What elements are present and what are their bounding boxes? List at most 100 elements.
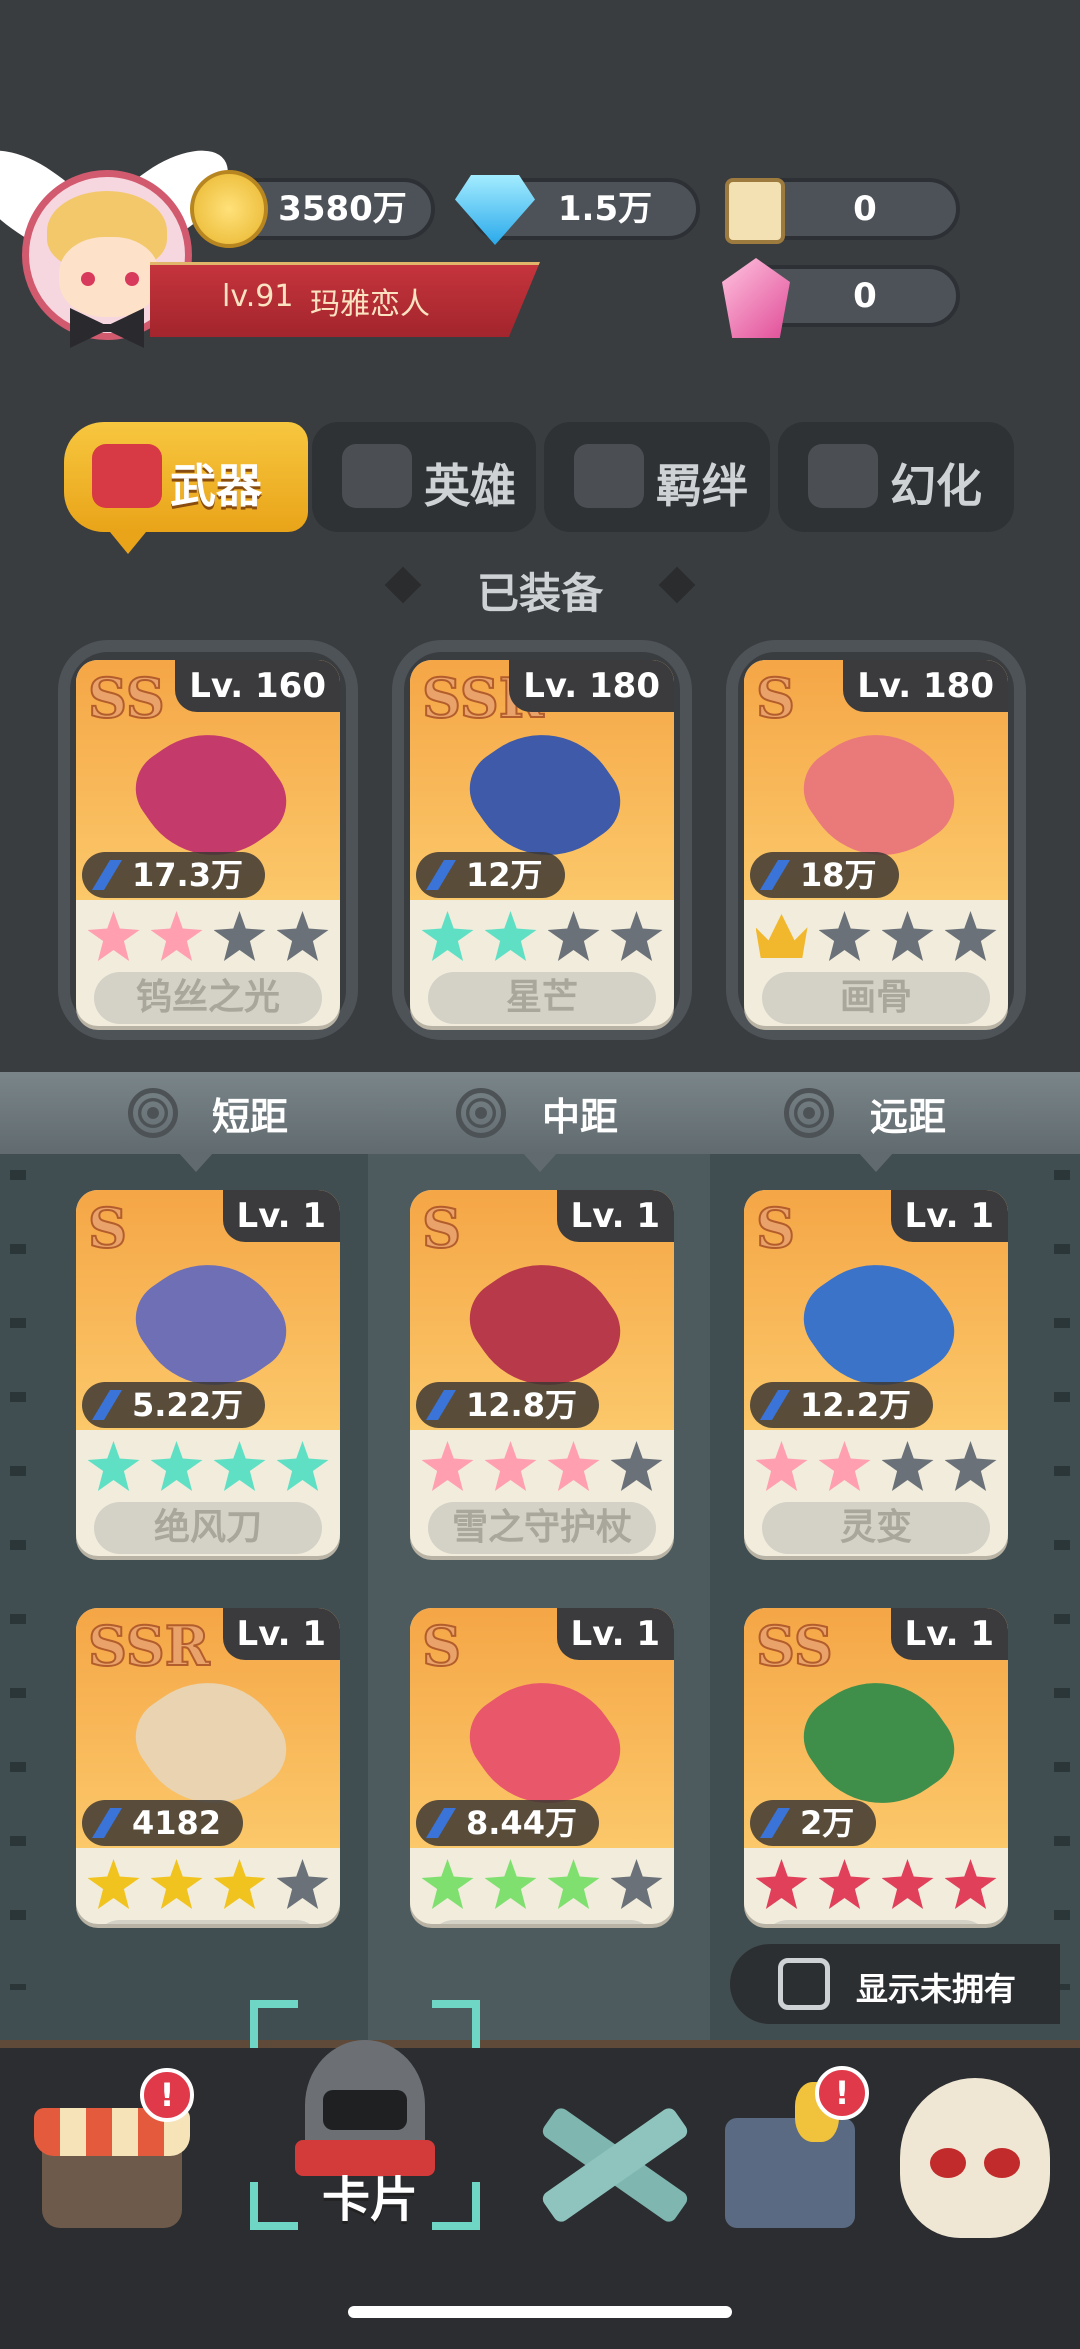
weapon-card[interactable]: S Lv. 1 8.44万 bbox=[410, 1608, 674, 1924]
sword-power-icon bbox=[760, 1808, 790, 1838]
star-filled-icon bbox=[547, 1859, 600, 1909]
crossed-guns-icon bbox=[530, 2098, 700, 2238]
sword-power-icon bbox=[426, 860, 456, 890]
range-label-mid[interactable]: 中距 bbox=[542, 1086, 618, 1141]
sword-power-icon bbox=[760, 1390, 790, 1420]
power-text: 5.22万 bbox=[132, 1386, 243, 1424]
notification-badge: ! bbox=[815, 2066, 869, 2120]
category-tabs: 武器 英雄 羁绊 幻化 bbox=[64, 422, 1014, 532]
star-empty-icon bbox=[547, 911, 600, 961]
selection-bracket bbox=[250, 2182, 298, 2230]
home-indicator[interactable] bbox=[348, 2306, 732, 2318]
nav-card-label: 卡片 bbox=[321, 2172, 418, 2228]
weapon-level: Lv. 1 bbox=[890, 1190, 1008, 1242]
power-value: 18万 bbox=[750, 852, 899, 898]
star-filled-icon bbox=[87, 1441, 140, 1491]
equipped-weapon-card[interactable]: SSR Lv. 180 12万 星芒 bbox=[410, 660, 674, 1026]
star-rating bbox=[76, 1434, 340, 1498]
star-filled-icon bbox=[150, 1859, 203, 1909]
range-label-short[interactable]: 短距 bbox=[212, 1086, 288, 1141]
star-filled-icon bbox=[421, 1441, 474, 1491]
star-filled-icon bbox=[484, 1859, 537, 1909]
weapon-card[interactable]: SS Lv. 1 2万 bbox=[744, 1608, 1008, 1924]
star-rating bbox=[744, 1434, 1008, 1498]
tab-bonds[interactable]: 羁绊 bbox=[544, 422, 770, 532]
star-empty-icon bbox=[944, 911, 997, 961]
tab-transform[interactable]: 幻化 bbox=[778, 422, 1014, 532]
power-text: 2万 bbox=[800, 1804, 855, 1842]
power-value: 8.44万 bbox=[416, 1800, 599, 1846]
power-value: 4182 bbox=[82, 1800, 244, 1846]
weapon-name: 雪之守护杖 bbox=[428, 1502, 656, 1554]
player-name: 玛雅恋人 bbox=[310, 287, 430, 322]
show-unowned-label: 显示未拥有 bbox=[856, 1970, 1017, 2008]
sword-power-icon bbox=[92, 1390, 122, 1420]
star-filled-icon bbox=[421, 1859, 474, 1909]
star-filled-icon bbox=[818, 1441, 871, 1491]
sword-power-icon bbox=[92, 1808, 122, 1838]
power-value: 17.3万 bbox=[82, 852, 265, 898]
weapon-tab-icon bbox=[92, 444, 162, 508]
sword-power-icon bbox=[426, 1808, 456, 1838]
long-range-icon bbox=[784, 1088, 834, 1138]
power-value: 12.2万 bbox=[750, 1382, 933, 1428]
star-empty-icon bbox=[881, 911, 934, 961]
weapon-name: 星芒 bbox=[428, 972, 656, 1024]
rivets bbox=[10, 1170, 26, 1990]
star-rating bbox=[76, 904, 340, 968]
bond-tab-icon bbox=[574, 444, 644, 508]
power-value: 12万 bbox=[416, 852, 565, 898]
star-filled-icon bbox=[484, 911, 537, 961]
star-filled-icon bbox=[87, 911, 140, 961]
skull-icon bbox=[900, 2078, 1050, 2238]
coin-icon bbox=[190, 170, 268, 248]
show-unowned-checkbox[interactable] bbox=[778, 1958, 830, 2010]
rarity-label: S bbox=[755, 665, 796, 731]
power-value: 12.8万 bbox=[416, 1382, 599, 1428]
nav-battle[interactable] bbox=[520, 2068, 691, 2248]
rarity-label: SS bbox=[755, 1613, 834, 1679]
star-rating bbox=[410, 904, 674, 968]
transform-tab-icon bbox=[808, 444, 878, 508]
treasure-chest-icon bbox=[725, 2082, 855, 2228]
weapon-name: 钨丝之光 bbox=[94, 972, 322, 1024]
crystal-value: 0 bbox=[853, 276, 877, 316]
weapon-name: 绝风刀 bbox=[94, 1502, 322, 1554]
shop-icon bbox=[34, 2108, 190, 2228]
star-empty-icon bbox=[944, 1441, 997, 1491]
mid-range-icon bbox=[456, 1088, 506, 1138]
star-empty-icon bbox=[610, 1441, 663, 1491]
tab-heroes[interactable]: 英雄 bbox=[312, 422, 536, 532]
weapon-name-placeholder bbox=[428, 1920, 656, 1924]
range-label-long[interactable]: 远距 bbox=[870, 1086, 946, 1141]
tab-weapons[interactable]: 武器 bbox=[64, 422, 308, 532]
tab-pointer bbox=[110, 532, 146, 554]
nav-boss[interactable] bbox=[890, 2068, 1060, 2248]
crown-icon bbox=[755, 914, 808, 958]
show-unowned-toggle[interactable]: 显示未拥有 bbox=[730, 1944, 1060, 2024]
weapon-card[interactable]: S Lv. 1 12.8万 雪之守护杖 bbox=[410, 1190, 674, 1556]
power-value: 2万 bbox=[750, 1800, 877, 1846]
nav-cards[interactable]: 卡片 bbox=[250, 2000, 480, 2230]
scroll-value: 0 bbox=[853, 189, 877, 229]
nav-shop[interactable]: ! bbox=[30, 2068, 200, 2248]
weapon-card[interactable]: SSR Lv. 1 4182 bbox=[76, 1608, 340, 1924]
power-text: 17.3万 bbox=[132, 856, 243, 894]
selection-bracket bbox=[432, 2000, 480, 2048]
rarity-label: SSR bbox=[87, 1613, 211, 1679]
knight-helmet-icon bbox=[295, 2040, 435, 2176]
equipped-weapon-card[interactable]: SS Lv. 160 17.3万 钨丝之光 bbox=[76, 660, 340, 1026]
rarity-label: S bbox=[421, 1195, 462, 1261]
equipped-weapon-card[interactable]: S Lv. 180 18万 画骨 bbox=[744, 660, 1008, 1026]
weapon-card[interactable]: S Lv. 1 12.2万 灵变 bbox=[744, 1190, 1008, 1556]
player-level-bar: lv.91 玛雅恋人 bbox=[150, 262, 540, 337]
nav-treasure[interactable]: ! bbox=[715, 2066, 885, 2248]
hero-tab-icon bbox=[342, 444, 412, 508]
star-filled-icon bbox=[213, 1859, 266, 1909]
weapon-card[interactable]: S Lv. 1 5.22万 绝风刀 bbox=[76, 1190, 340, 1556]
weapon-name: 画骨 bbox=[762, 972, 990, 1024]
weapon-level: Lv. 1 bbox=[222, 1190, 340, 1242]
weapon-level: Lv. 1 bbox=[222, 1608, 340, 1660]
star-filled-icon bbox=[547, 1441, 600, 1491]
star-empty-icon bbox=[610, 911, 663, 961]
